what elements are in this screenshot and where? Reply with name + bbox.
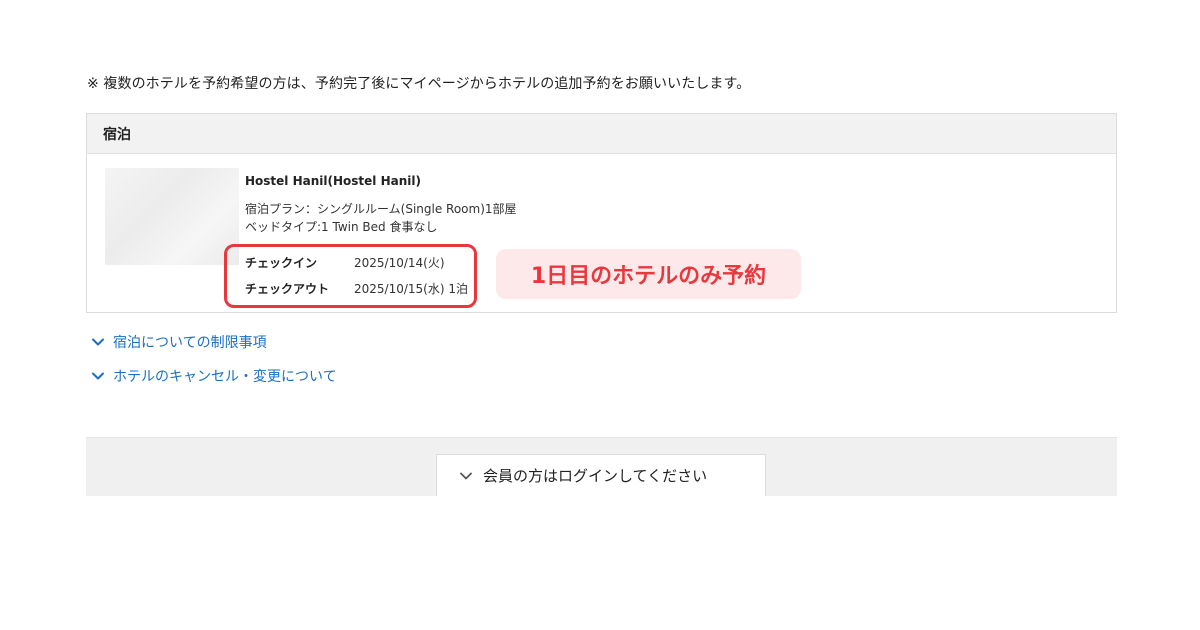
cancel-policy-link-label: ホテルのキャンセル・変更について [113,369,337,385]
bed-type: ベッドタイプ:1 Twin Bed 食事なし [245,220,438,234]
hotel-thumbnail [105,168,239,265]
cancel-policy-link[interactable]: ホテルのキャンセル・変更について [91,366,337,386]
restrictions-link-label: 宿泊についての制限事項 [113,335,267,351]
lodging-header: 宿泊 [87,114,1116,154]
member-login-label: 会員の方はログインしてください [483,467,708,485]
restrictions-link[interactable]: 宿泊についての制限事項 [91,332,267,352]
stay-dates-highlight [224,244,477,308]
booking-notice: ※ 複数のホテルを予約希望の方は、予約完了後にマイページからホテルの追加予約をお… [87,76,751,92]
chevron-down-icon [92,338,104,346]
member-login-toggle[interactable]: 会員の方はログインしてください [436,454,766,496]
chevron-down-icon [460,472,472,479]
room-plan: 宿泊プラン：シングルルーム(Single Room)1部屋 [245,202,517,216]
hotel-name: Hostel Hanil(Hostel Hanil) [245,174,421,188]
chevron-down-icon [92,372,104,380]
annotation-callout: 1日目のホテルのみ予約 [496,249,801,299]
